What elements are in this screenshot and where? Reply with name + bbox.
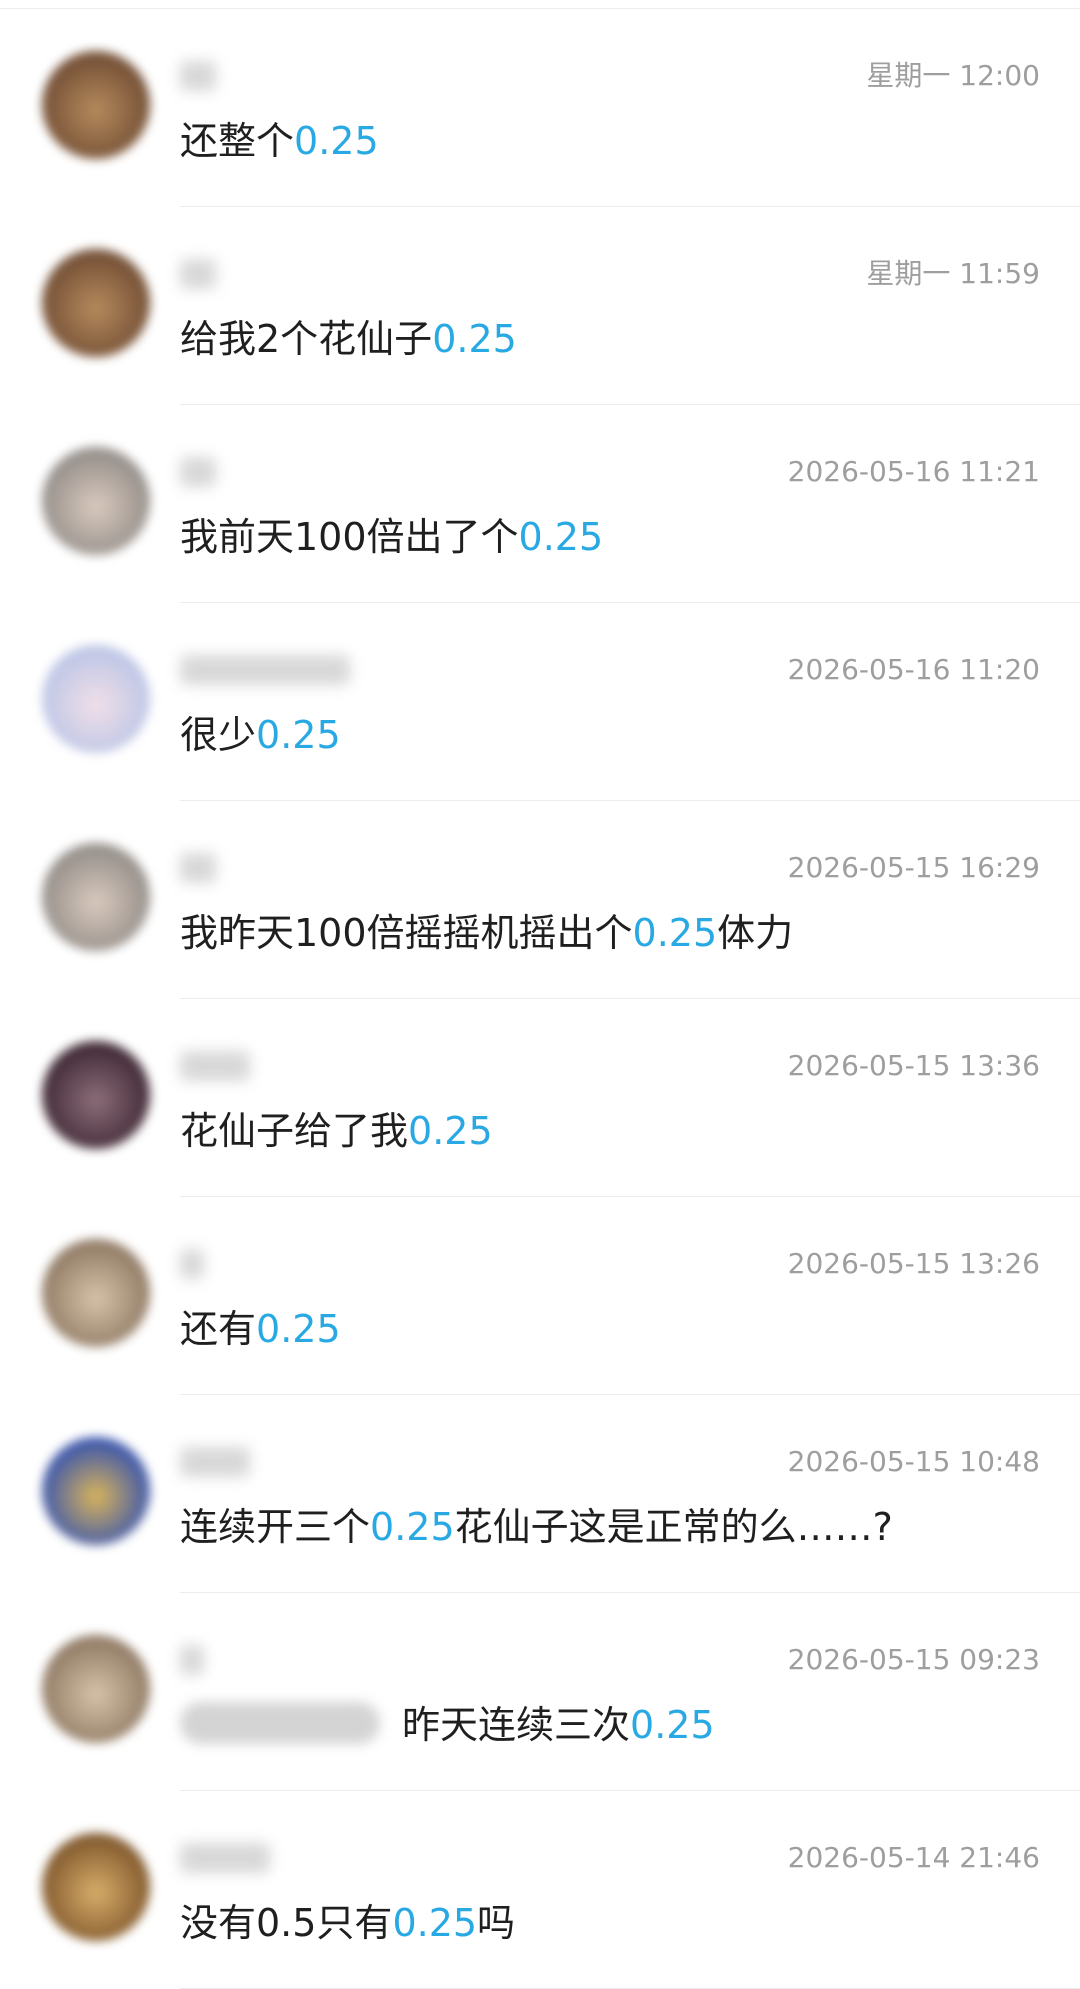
highlighted-keyword: 0.25 [256, 1307, 341, 1351]
avatar[interactable] [42, 1635, 150, 1743]
message-list: 星期一 12:00 还整个0.25 星期一 11:59 给我2个花仙子0.25 … [0, 9, 1080, 1989]
mention-blurred [180, 1702, 380, 1744]
highlighted-keyword: 0.25 [518, 515, 604, 559]
message-item[interactable]: 2026-05-15 13:36 花仙子给了我0.25 [0, 999, 1080, 1197]
avatar[interactable] [42, 51, 150, 159]
highlighted-keyword: 0.25 [632, 911, 718, 955]
avatar[interactable] [42, 1437, 150, 1545]
highlighted-keyword: 0.25 [370, 1505, 455, 1549]
message-timestamp: 2026-05-16 11:20 [787, 653, 1040, 686]
message-timestamp: 2026-05-16 11:21 [787, 455, 1040, 488]
message-text: 还有0.25 [180, 1305, 341, 1353]
username-blurred [180, 1645, 204, 1675]
avatar[interactable] [42, 447, 150, 555]
message-timestamp: 2026-05-15 16:29 [787, 851, 1040, 884]
message-text-before: 没有0.5只有 [180, 1901, 393, 1945]
avatar[interactable] [42, 249, 150, 357]
highlighted-keyword: 0.25 [392, 1901, 478, 1945]
message-text: 我前天100倍出了个0.25 [180, 513, 603, 561]
username-blurred [180, 853, 216, 883]
message-text: 我昨天100倍摇摇机摇出个0.25体力 [180, 909, 793, 957]
message-item[interactable]: 星期一 11:59 给我2个花仙子0.25 [0, 207, 1080, 405]
message-item[interactable]: 2026-05-16 11:21 我前天100倍出了个0.25 [0, 405, 1080, 603]
message-text: 给我2个花仙子0.25 [180, 315, 517, 363]
message-timestamp: 星期一 12:00 [866, 59, 1040, 92]
message-text-before: 花仙子给了我 [180, 1109, 409, 1153]
highlighted-keyword: 0.25 [630, 1703, 715, 1747]
message-text-before: 我昨天100倍摇摇机摇出个 [180, 911, 633, 955]
message-text-before: 还有 [180, 1307, 257, 1351]
message-text: 很少0.25 [180, 711, 341, 759]
username-blurred [180, 655, 350, 685]
message-item[interactable]: 2026-05-15 13:26 还有0.25 [0, 1197, 1080, 1395]
highlighted-keyword: 0.25 [432, 317, 517, 361]
highlighted-keyword: 0.25 [256, 713, 341, 757]
username-blurred [180, 259, 216, 289]
message-item[interactable]: 2026-05-15 09:23 昨天连续三次0.25 [0, 1593, 1080, 1791]
avatar[interactable] [42, 1833, 150, 1941]
message-timestamp: 星期一 11:59 [866, 257, 1040, 290]
message-timestamp: 2026-05-15 13:26 [787, 1247, 1040, 1280]
avatar[interactable] [42, 1041, 150, 1149]
avatar[interactable] [42, 645, 150, 753]
highlighted-keyword: 0.25 [408, 1109, 493, 1153]
avatar[interactable] [42, 1239, 150, 1347]
message-text-before: 还整个 [180, 119, 295, 163]
username-blurred [180, 1249, 204, 1279]
message-text-before: 我前天100倍出了个 [180, 515, 519, 559]
message-text-before: 昨天连续三次 [402, 1703, 631, 1747]
message-text-after: 吗 [477, 1901, 516, 1945]
message-timestamp: 2026-05-15 09:23 [787, 1643, 1040, 1676]
message-text: 还整个0.25 [180, 117, 379, 165]
message-text-after: 花仙子这是正常的么……? [454, 1505, 893, 1549]
username-blurred [180, 1447, 250, 1477]
avatar[interactable] [42, 843, 150, 951]
message-text-before: 很少 [180, 713, 257, 757]
message-item[interactable]: 2026-05-15 10:48 连续开三个0.25花仙子这是正常的么……? [0, 1395, 1080, 1593]
message-item[interactable]: 星期一 12:00 还整个0.25 [0, 9, 1080, 207]
message-text: 没有0.5只有0.25吗 [180, 1899, 515, 1947]
username-blurred [180, 1051, 250, 1081]
message-text: 花仙子给了我0.25 [180, 1107, 493, 1155]
message-text: 连续开三个0.25花仙子这是正常的么……? [180, 1503, 893, 1551]
username-blurred [180, 457, 216, 487]
username-blurred [180, 1843, 270, 1873]
message-timestamp: 2026-05-15 13:36 [787, 1049, 1040, 1082]
message-timestamp: 2026-05-14 21:46 [787, 1841, 1040, 1874]
message-text-before: 连续开三个 [180, 1505, 371, 1549]
username-blurred [180, 61, 216, 91]
highlighted-keyword: 0.25 [294, 119, 379, 163]
message-text-after: 体力 [717, 911, 794, 955]
message-text-before: 给我2个花仙子 [180, 317, 433, 361]
message-item[interactable]: 2026-05-16 11:20 很少0.25 [0, 603, 1080, 801]
message-item[interactable]: 2026-05-14 21:46 没有0.5只有0.25吗 [0, 1791, 1080, 1989]
message-item[interactable]: 2026-05-15 16:29 我昨天100倍摇摇机摇出个0.25体力 [0, 801, 1080, 999]
message-text: 昨天连续三次0.25 [180, 1701, 715, 1749]
message-timestamp: 2026-05-15 10:48 [787, 1445, 1040, 1478]
